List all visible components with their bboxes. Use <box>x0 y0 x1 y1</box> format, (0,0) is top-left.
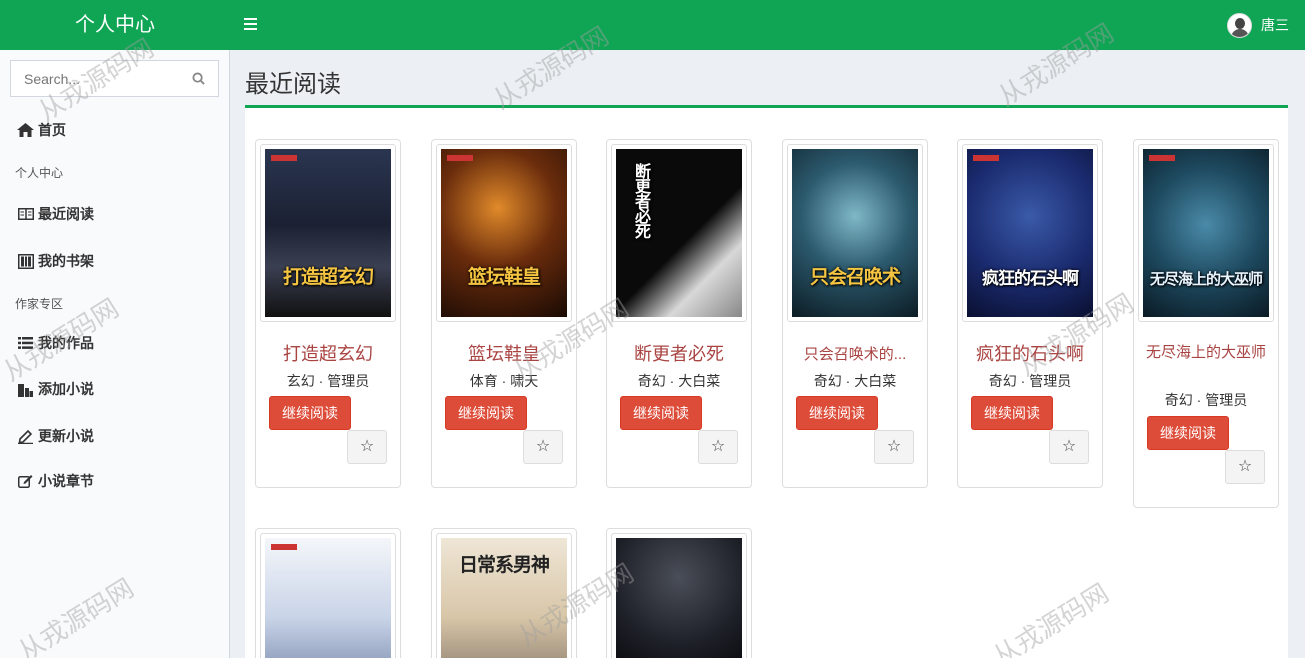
book-title[interactable]: 打造超玄幻 <box>256 340 400 366</box>
user-name[interactable]: 唐三 <box>1261 15 1289 35</box>
book-card: 疯狂的石头啊 疯狂的石头啊 奇幻 · 管理员 继续阅读 ☆ <box>957 139 1103 488</box>
book-meta: 玄幻 · 管理员 <box>286 373 370 389</box>
book-title[interactable]: 疯狂的石头啊 <box>958 340 1102 366</box>
continue-reading-button[interactable]: 继续阅读 <box>971 396 1053 430</box>
book-meta: 奇幻 · 管理员 <box>1164 392 1248 408</box>
cover-title: 疯狂的石头啊 <box>982 269 1079 288</box>
sidebar-item-label: 最近阅读 <box>38 206 94 222</box>
book-meta: 奇幻 · 大白菜 <box>813 373 897 389</box>
book-card: 打造超玄幻 打造超玄幻 玄幻 · 管理员 继续阅读 ☆ <box>255 139 401 488</box>
book-title[interactable]: 只会召唤术的... <box>783 343 927 364</box>
continue-reading-button[interactable]: 继续阅读 <box>796 396 878 430</box>
book-card <box>606 528 752 658</box>
book-open-icon <box>17 206 34 222</box>
sidebar-item-label: 更新小说 <box>38 428 94 444</box>
cover-title: 打造超玄幻 <box>282 267 374 288</box>
book-cover[interactable]: 只会召唤术 <box>787 144 923 322</box>
list-icon <box>17 335 34 351</box>
menu-section-personal: 个人中心 <box>15 166 64 180</box>
brand-title[interactable]: 个人中心 <box>0 0 230 50</box>
bookshelf-icon <box>17 253 34 269</box>
book-cover[interactable] <box>260 533 396 658</box>
sidebar: 首页 个人中心 最近阅读 我的书架 作家专区 我的作品 添加小说 更新小说 小说… <box>0 50 230 658</box>
book-cover[interactable]: 疯狂的石头啊 <box>962 144 1098 322</box>
book-cover[interactable]: 篮坛鞋皇 <box>436 144 572 322</box>
sidebar-item-works[interactable]: 我的作品 <box>0 328 229 358</box>
book-cover[interactable]: 断更者必死 <box>611 144 747 322</box>
book-title[interactable]: 断更者必死 <box>607 340 751 366</box>
book-meta: 奇幻 · 大白菜 <box>637 373 721 389</box>
sidebar-item-bookshelf[interactable]: 我的书架 <box>0 246 229 276</box>
pencil-icon <box>17 428 34 444</box>
book-card: 只会召唤术 只会召唤术的... 奇幻 · 大白菜 继续阅读 ☆ <box>782 139 928 488</box>
sidebar-item-label: 我的作品 <box>38 335 94 351</box>
sidebar-search <box>10 60 219 97</box>
sidebar-item-label: 小说章节 <box>38 473 94 489</box>
edit-icon <box>17 473 34 489</box>
book-card <box>255 528 401 658</box>
star-button[interactable]: ☆ <box>347 430 387 464</box>
book-card: 无尽海上的大巫师 无尽海上的大巫师 奇幻 · 管理员 继续阅读 ☆ <box>1133 139 1279 508</box>
menu-section-author: 作家专区 <box>15 297 64 311</box>
book-title[interactable]: 无尽海上的大巫师 <box>1134 343 1278 362</box>
sidebar-item-chapters[interactable]: 小说章节 <box>0 466 229 496</box>
cover-title: 只会召唤术 <box>809 267 901 288</box>
cover-title: 篮坛鞋皇 <box>467 267 541 288</box>
book-title[interactable]: 篮坛鞋皇 <box>432 340 576 366</box>
continue-reading-button[interactable]: 继续阅读 <box>620 396 702 430</box>
book-meta: 奇幻 · 管理员 <box>988 373 1072 389</box>
recent-reading-panel <box>245 105 1288 658</box>
page-title: 最近阅读 <box>245 71 341 98</box>
book-cover[interactable] <box>611 533 747 658</box>
user-menu[interactable]: 唐三 <box>1227 12 1289 38</box>
cover-title: 日常系男神 <box>458 555 550 576</box>
continue-reading-button[interactable]: 继续阅读 <box>445 396 527 430</box>
book-card: 断更者必死 断更者必死 奇幻 · 大白菜 继续阅读 ☆ <box>606 139 752 488</box>
book-meta: 体育 · 啸天 <box>469 373 539 389</box>
star-button[interactable]: ☆ <box>523 430 563 464</box>
top-header: 个人中心 唐三 <box>0 0 1305 50</box>
star-button[interactable]: ☆ <box>698 430 738 464</box>
sidebar-item-recent[interactable]: 最近阅读 <box>0 199 229 229</box>
sidebar-item-label: 首页 <box>38 122 66 138</box>
book-cover[interactable]: 无尽海上的大巫师 <box>1138 144 1274 322</box>
book-cover[interactable]: 日常系男神 <box>436 533 572 658</box>
book-cover[interactable]: 打造超玄幻 <box>260 144 396 322</box>
continue-reading-button[interactable]: 继续阅读 <box>269 396 351 430</box>
continue-reading-button[interactable]: 继续阅读 <box>1147 416 1229 450</box>
cover-title: 断更者必死 <box>632 163 649 238</box>
search-input[interactable] <box>11 61 181 96</box>
sidebar-item-label: 添加小说 <box>38 381 94 397</box>
sidebar-item-home[interactable]: 首页 <box>0 115 229 145</box>
books-icon <box>17 381 34 397</box>
cover-title: 无尽海上的大巫师 <box>1149 271 1263 288</box>
star-button[interactable]: ☆ <box>874 430 914 464</box>
sidebar-item-update-novel[interactable]: 更新小说 <box>0 421 229 451</box>
home-icon <box>17 122 34 138</box>
book-card: 篮坛鞋皇 篮坛鞋皇 体育 · 啸天 继续阅读 ☆ <box>431 139 577 488</box>
sidebar-item-add-novel[interactable]: 添加小说 <box>0 374 229 404</box>
menu-toggle-icon[interactable] <box>244 15 260 35</box>
star-button[interactable]: ☆ <box>1225 450 1265 484</box>
book-card: 日常系男神 <box>431 528 577 658</box>
sidebar-item-label: 我的书架 <box>38 253 94 269</box>
star-button[interactable]: ☆ <box>1049 430 1089 464</box>
avatar[interactable] <box>1227 12 1252 38</box>
search-icon[interactable] <box>192 72 205 85</box>
